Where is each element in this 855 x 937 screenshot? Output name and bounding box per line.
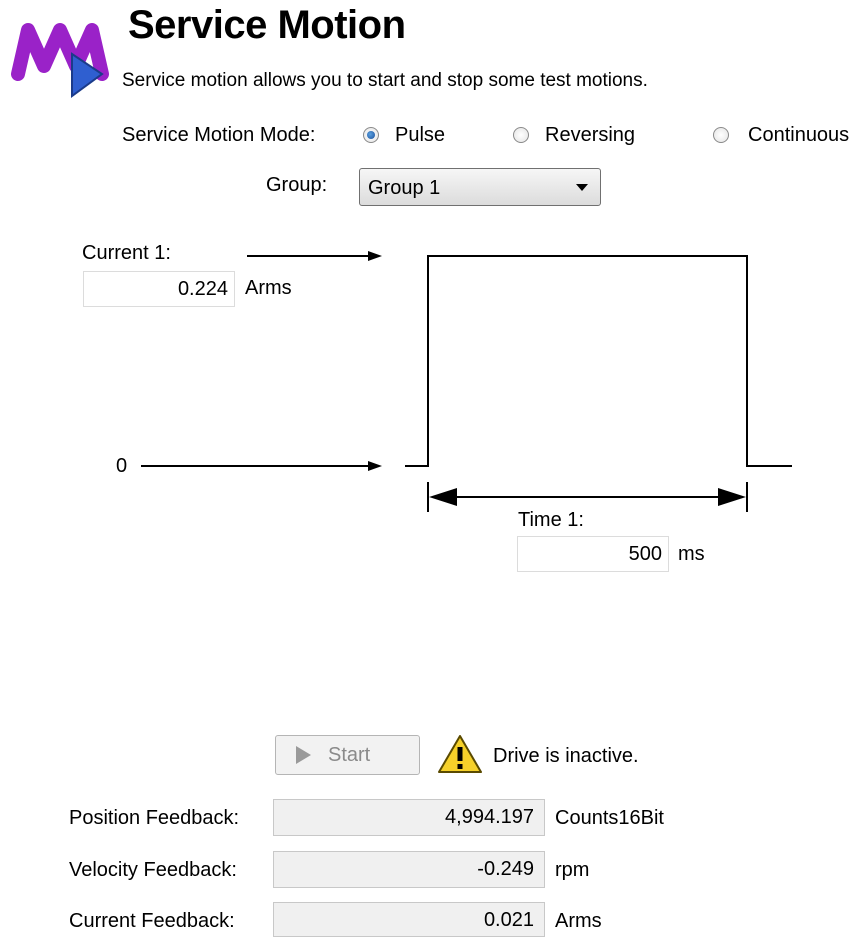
play-icon <box>296 746 311 764</box>
time-arrow-left <box>429 488 457 506</box>
time-value: 500 <box>628 543 662 565</box>
time-label: Time 1: <box>518 509 584 531</box>
position-feedback-unit: Counts16Bit <box>555 807 664 829</box>
warning-icon <box>438 735 482 773</box>
velocity-feedback-unit: rpm <box>555 859 590 881</box>
velocity-feedback-label: Velocity Feedback: <box>69 859 237 881</box>
velocity-feedback-value: -0.249 <box>477 858 534 880</box>
position-feedback-field: 4,994.197 <box>273 799 545 836</box>
current-feedback-field: 0.021 <box>273 902 545 937</box>
position-feedback-value: 4,994.197 <box>445 806 534 828</box>
time-input[interactable]: 500 <box>517 536 669 572</box>
current-feedback-label: Current Feedback: <box>69 910 235 932</box>
zero-label: 0 <box>116 455 128 477</box>
velocity-feedback-field: -0.249 <box>273 851 545 888</box>
zero-arrow-head <box>368 461 382 471</box>
current-feedback-value: 0.021 <box>483 909 534 931</box>
current-unit: Arms <box>245 277 292 299</box>
current-feedback-unit: Arms <box>555 910 602 932</box>
current-label: Current 1: <box>82 242 171 264</box>
current-value: 0.224 <box>177 278 228 300</box>
time-arrow-right <box>718 488 746 506</box>
drive-status-text: Drive is inactive. <box>493 745 639 767</box>
pulse-waveform <box>405 255 792 467</box>
time-unit: ms <box>678 543 705 565</box>
current-input[interactable]: 0.224 <box>83 271 235 307</box>
current-arrow-head <box>368 251 382 261</box>
start-button[interactable]: Start <box>275 735 420 775</box>
start-button-label: Start <box>328 744 371 766</box>
position-feedback-label: Position Feedback: <box>69 807 240 829</box>
